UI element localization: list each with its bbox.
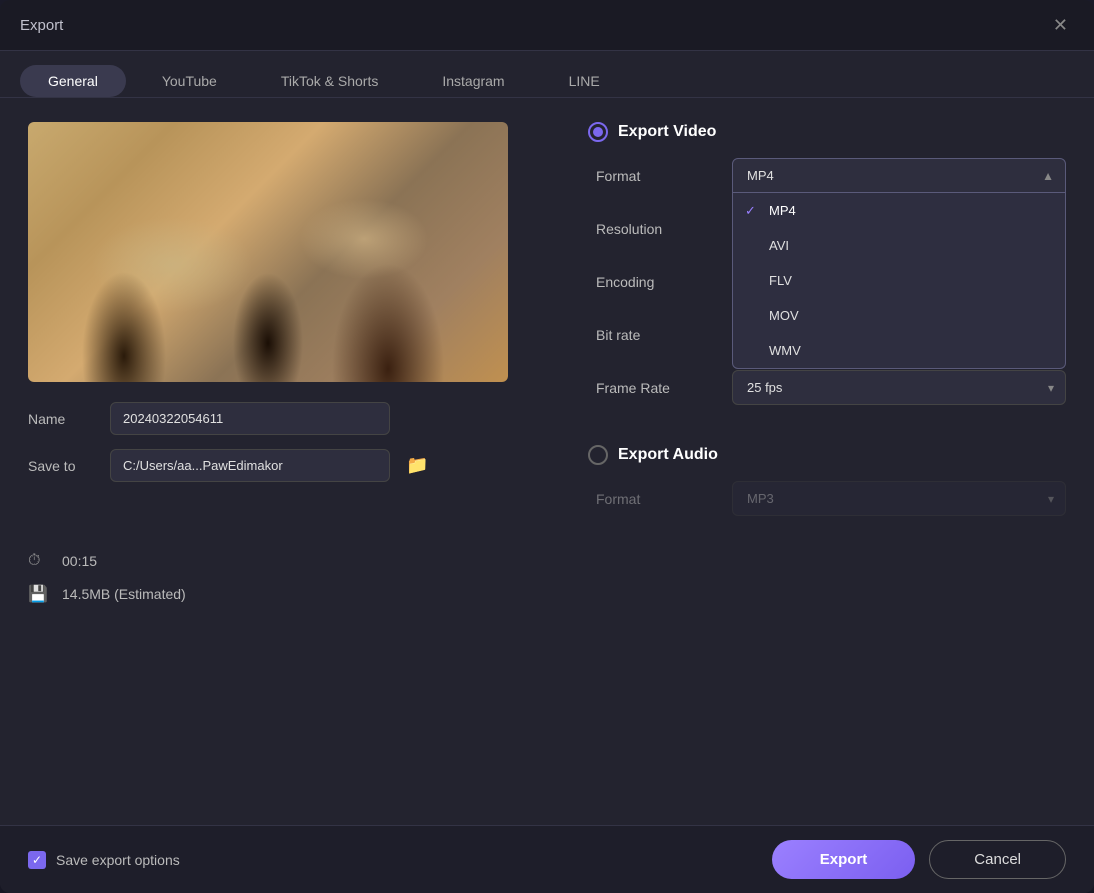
name-field-row: Name bbox=[28, 402, 548, 435]
video-form: Format MP4 ▲ ✓ MP4 bbox=[588, 158, 1066, 405]
tab-line[interactable]: LINE bbox=[541, 65, 628, 97]
format-dropdown-list: ✓ MP4 AVI FLV MOV bbox=[732, 193, 1066, 369]
meta-fields: Name Save to 📁 bbox=[28, 402, 548, 482]
check-icon: ✓ bbox=[745, 203, 756, 219]
framerate-label: Frame Rate bbox=[596, 380, 716, 396]
encoding-label: Encoding bbox=[596, 274, 716, 290]
export-video-radio[interactable] bbox=[588, 122, 608, 142]
video-preview bbox=[28, 122, 508, 382]
browse-folder-button[interactable]: 📁 bbox=[402, 451, 432, 480]
export-video-section: Export Video Format MP4 ▲ ✓ bbox=[588, 122, 1066, 405]
export-audio-header: Export Audio bbox=[588, 445, 1066, 465]
dropdown-item-wmv[interactable]: WMV bbox=[733, 333, 1065, 368]
dropdown-item-avi[interactable]: AVI bbox=[733, 228, 1065, 263]
audio-format-select: MP3 bbox=[732, 481, 1066, 516]
save-to-input[interactable] bbox=[110, 449, 390, 482]
left-panel: Name Save to 📁 ⏱ 00:15 💾 14.5MB (Estimat bbox=[28, 122, 548, 801]
dialog-title: Export bbox=[20, 17, 63, 34]
audio-format-select-wrapper: MP3 ▾ bbox=[732, 481, 1066, 516]
video-canvas bbox=[28, 122, 508, 382]
save-options-row: ✓ Save export options bbox=[28, 851, 180, 869]
dropdown-item-mp4[interactable]: ✓ MP4 bbox=[733, 193, 1065, 228]
tab-tiktok[interactable]: TikTok & Shorts bbox=[253, 65, 407, 97]
disk-icon: 💾 bbox=[28, 584, 50, 604]
bitrate-label: Bit rate bbox=[596, 327, 716, 343]
duration-stat: ⏱ 00:15 bbox=[28, 552, 548, 570]
people-overlay bbox=[28, 122, 508, 382]
stats-section: ⏱ 00:15 💾 14.5MB (Estimated) bbox=[28, 552, 548, 604]
audio-form: Format MP3 ▾ bbox=[588, 481, 1066, 516]
export-audio-radio[interactable] bbox=[588, 445, 608, 465]
format-label: Format bbox=[596, 168, 716, 184]
tab-youtube[interactable]: YouTube bbox=[134, 65, 245, 97]
audio-format-label: Format bbox=[596, 491, 716, 507]
resolution-label: Resolution bbox=[596, 221, 716, 237]
save-options-checkbox[interactable]: ✓ bbox=[28, 851, 46, 869]
export-audio-label: Export Audio bbox=[618, 446, 718, 464]
export-video-label: Export Video bbox=[618, 123, 716, 141]
tab-instagram[interactable]: Instagram bbox=[414, 65, 532, 97]
name-input[interactable] bbox=[110, 402, 390, 435]
export-button[interactable]: Export bbox=[772, 840, 916, 879]
close-button[interactable]: ✕ bbox=[1047, 14, 1074, 36]
framerate-select-wrapper: 25 fps ▾ bbox=[732, 370, 1066, 405]
action-buttons: Export Cancel bbox=[772, 840, 1066, 879]
save-to-field-row: Save to 📁 bbox=[28, 449, 548, 482]
name-label: Name bbox=[28, 411, 98, 427]
bottom-bar: ✓ Save export options Export Cancel bbox=[0, 825, 1094, 893]
duration-value: 00:15 bbox=[62, 553, 97, 569]
dropdown-item-flv[interactable]: FLV bbox=[733, 263, 1065, 298]
export-video-header: Export Video bbox=[588, 122, 1066, 142]
title-bar: Export ✕ bbox=[0, 0, 1094, 51]
tabs-row: General YouTube TikTok & Shorts Instagra… bbox=[0, 51, 1094, 98]
size-value: 14.5MB (Estimated) bbox=[62, 586, 186, 602]
framerate-select[interactable]: 25 fps bbox=[732, 370, 1066, 405]
size-stat: 💾 14.5MB (Estimated) bbox=[28, 584, 548, 604]
save-to-label: Save to bbox=[28, 458, 98, 474]
tab-general[interactable]: General bbox=[20, 65, 126, 97]
main-content: Name Save to 📁 ⏱ 00:15 💾 14.5MB (Estimat bbox=[0, 98, 1094, 825]
right-panel: Export Video Format MP4 ▲ ✓ bbox=[588, 122, 1066, 801]
checkbox-check-icon: ✓ bbox=[32, 853, 42, 867]
dropdown-item-mov[interactable]: MOV bbox=[733, 298, 1065, 333]
cancel-button[interactable]: Cancel bbox=[929, 840, 1066, 879]
save-options-label: Save export options bbox=[56, 852, 180, 868]
export-dialog: Export ✕ General YouTube TikTok & Shorts… bbox=[0, 0, 1094, 893]
clock-icon: ⏱ bbox=[28, 552, 50, 570]
export-audio-section: Export Audio Format MP3 ▾ bbox=[588, 445, 1066, 516]
format-select-wrapper: MP4 ▲ ✓ MP4 AVI bbox=[732, 158, 1066, 193]
format-select[interactable]: MP4 bbox=[732, 158, 1066, 193]
